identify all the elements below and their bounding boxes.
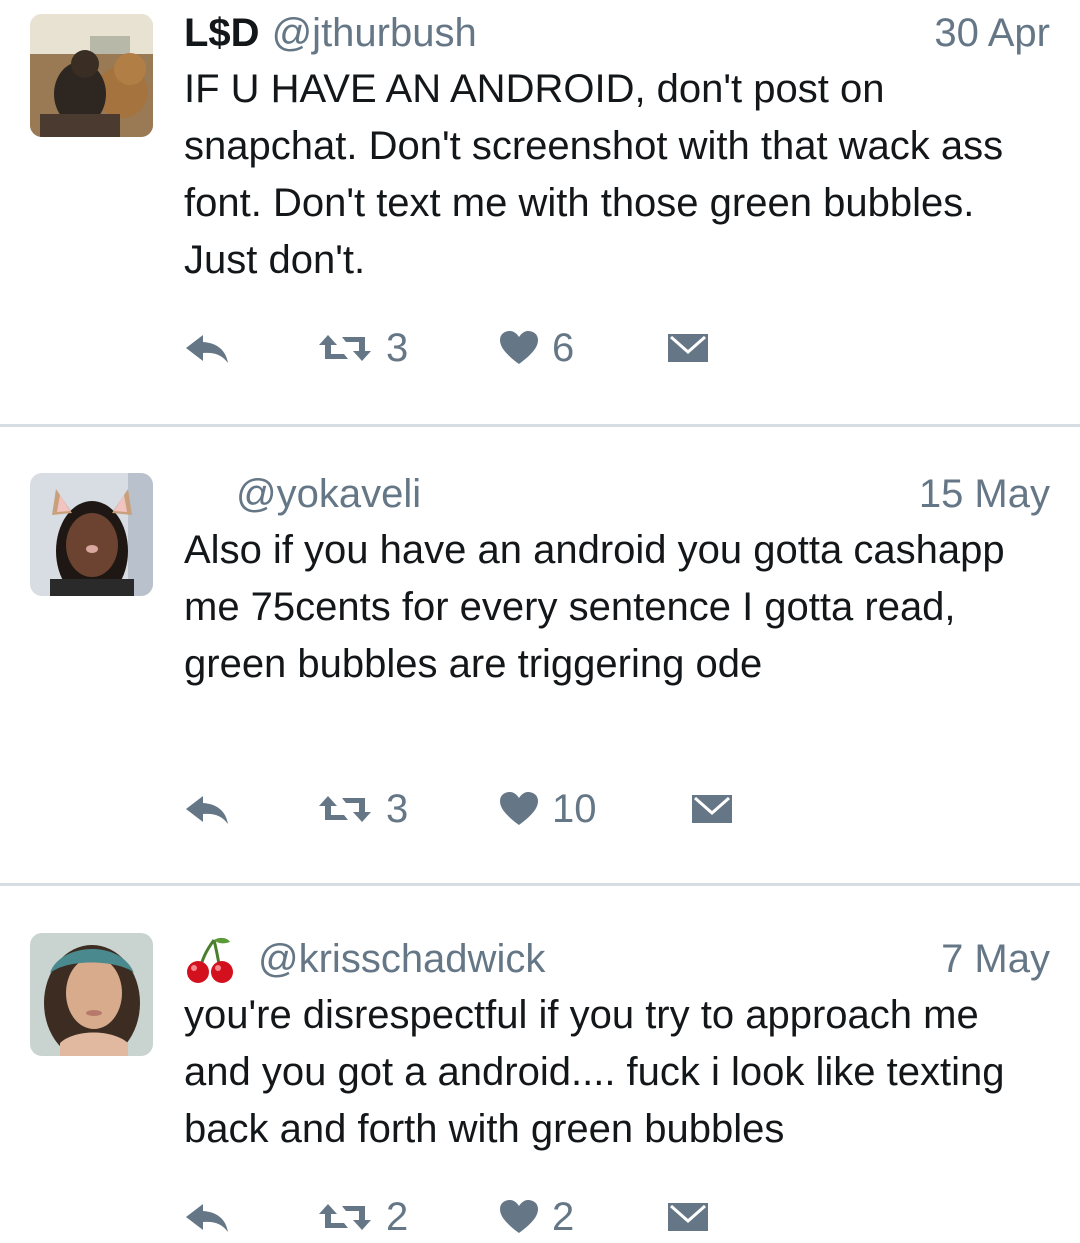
tweet-actions: 2 2 — [184, 1192, 784, 1242]
like-button[interactable]: 2 — [500, 1192, 574, 1242]
retweet-icon — [319, 796, 371, 822]
tweet-text: IF U HAVE AN ANDROID, don't post on snap… — [184, 67, 1004, 282]
reply-icon — [186, 335, 228, 363]
cherry-icon — [184, 934, 236, 984]
like-button[interactable]: 6 — [500, 323, 574, 373]
tweet-header: @krisschadwick 7 May — [184, 934, 1050, 984]
like-count: 10 — [552, 786, 597, 831]
retweet-icon — [319, 1204, 371, 1230]
dm-button[interactable] — [692, 784, 732, 834]
envelope-icon — [668, 334, 708, 362]
like-count: 6 — [552, 325, 575, 370]
divider — [0, 883, 1080, 886]
dm-button[interactable] — [668, 323, 708, 373]
envelope-icon — [692, 795, 732, 823]
user-handle[interactable]: @jthurbush — [272, 11, 477, 55]
tweet-date[interactable]: 15 May — [919, 469, 1050, 519]
reply-icon — [186, 796, 228, 824]
like-button[interactable]: 10 — [500, 784, 597, 834]
heart-icon — [500, 1200, 538, 1233]
dm-button[interactable] — [668, 1192, 708, 1242]
avatar[interactable] — [30, 933, 153, 1056]
tweet-actions: 3 10 — [184, 784, 784, 834]
reply-icon — [186, 1204, 228, 1232]
heart-icon — [500, 792, 538, 825]
retweet-button[interactable]: 3 — [318, 323, 408, 373]
reply-button[interactable] — [184, 323, 230, 373]
divider — [0, 424, 1080, 427]
avatar[interactable] — [30, 473, 153, 596]
tweet-date[interactable]: 30 Apr — [934, 8, 1050, 58]
tweet-text: you're disrespectful if you try to appro… — [184, 993, 1005, 1151]
like-count: 2 — [552, 1194, 575, 1239]
display-name[interactable]: L$D — [184, 11, 260, 55]
retweet-count: 2 — [386, 1194, 409, 1239]
tweet-header: L$D @jthurbush 30 Apr — [184, 8, 1050, 58]
tweet-header: @yokaveli 15 May — [184, 469, 1050, 519]
tweet-date[interactable]: 7 May — [941, 934, 1050, 984]
retweet-button[interactable]: 2 — [318, 1192, 408, 1242]
reply-button[interactable] — [184, 1192, 230, 1242]
retweet-icon — [319, 335, 371, 361]
tweet-text: Also if you have an android you gotta ca… — [184, 528, 1005, 686]
retweet-count: 3 — [386, 325, 409, 370]
user-handle[interactable]: @yokaveli — [236, 472, 421, 516]
avatar[interactable] — [30, 14, 153, 137]
tweet-actions: 3 6 — [184, 323, 784, 373]
retweet-button[interactable]: 3 — [318, 784, 408, 834]
retweet-count: 3 — [386, 786, 409, 831]
heart-icon — [500, 331, 538, 364]
user-handle[interactable]: @krisschadwick — [258, 937, 545, 981]
reply-button[interactable] — [184, 784, 230, 834]
envelope-icon — [668, 1203, 708, 1231]
